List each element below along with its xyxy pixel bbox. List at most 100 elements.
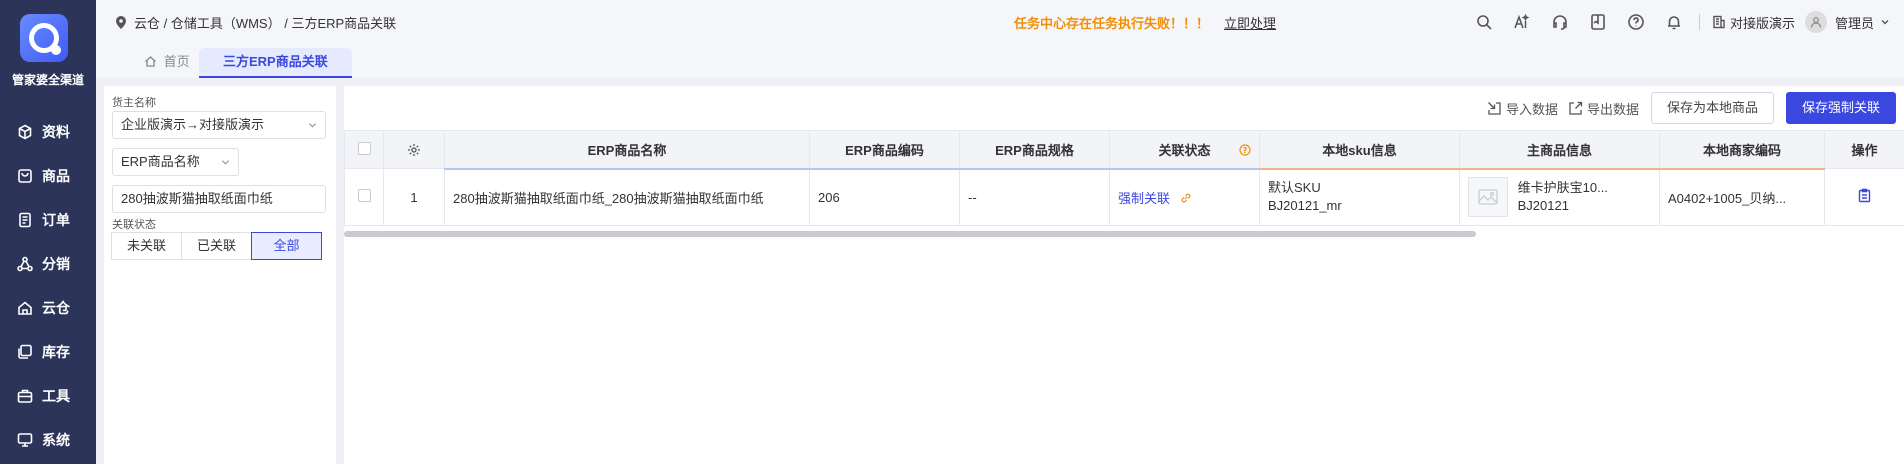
user-icon [1810,17,1822,28]
save-force-button[interactable]: 保存强制关联 [1785,92,1896,124]
import-label: 导入数据 [1505,101,1558,117]
clipboard-icon[interactable] [1858,188,1871,203]
location-pin-icon [116,16,126,29]
divider [1698,14,1700,30]
table-header: ERP商品名称 ERP商品编码 ERP商品规格 关联状态 ? 本地sku信息 主… [344,130,1904,170]
alert-handle-link[interactable]: 立即处理 [1224,13,1276,32]
help-icon[interactable] [1627,13,1645,31]
field-select-value: ERP商品名称 [121,154,200,169]
breadcrumb-text: 云仓 / 仓储工具（WMS） / 三方ERP商品关联 [134,16,397,31]
nav-item-xitong[interactable]: 系统 [0,418,96,462]
search-icon[interactable] [1475,13,1493,31]
order-icon [19,212,31,228]
nav-item-shangpin[interactable]: 商品 [0,154,96,198]
row-index: 1 [383,168,445,226]
filter-panel: 货主名称 企业版演示→对接版演示 ERP商品名称 280抽波斯猫抽取纸面巾纸 关… [104,86,336,464]
cube-icon [18,124,32,140]
col-status-label: 关联状态 [1158,142,1211,158]
row-status-cell: 强制关联 [1109,168,1260,226]
col-erp-code[interactable]: ERP商品编码 [809,130,960,170]
nav-item-ziliao[interactable]: 资料 [0,110,96,154]
nav-label: 系统 [42,432,70,448]
product-thumbnail[interactable] [1468,177,1508,218]
status-option-unlinked[interactable]: 未关联 [111,232,182,260]
alert-message: 任务中心存在任务执行失败！！！ [1014,16,1210,31]
nav-label: 资料 [42,124,70,140]
nav-item-yuncang[interactable]: 云仓 [0,286,96,330]
toolbar: 导入数据 导出数据 保存为本地商品 保存强制关联 [1477,92,1896,124]
user-name: 管理员 [1834,15,1874,31]
row-erp-name: 280抽波斯猫抽取纸面巾纸_280抽波斯猫抽取纸面巾纸 [444,168,810,226]
col-erp-name[interactable]: ERP商品名称 [444,130,810,170]
row-sku-name: 默认SKU [1268,180,1321,196]
org-name: 对接版演示 [1729,15,1795,31]
import-button[interactable]: 导入数据 [1487,99,1558,118]
sidebar: 管家婆全渠道 资料 商品 订单 分销 云仓 库存 工具 系统 [0,0,96,464]
owner-select[interactable]: 企业版演示→对接版演示 [112,111,326,139]
building-icon [1713,15,1725,29]
book-icon[interactable] [1589,13,1607,31]
nav-item-kucun[interactable]: 库存 [0,330,96,374]
tab-erp-mapping[interactable]: 三方ERP商品关联 [199,48,352,78]
row-select-cell [344,168,384,226]
select-all-checkbox[interactable] [357,141,371,155]
header-tools: 对接版演示 管理员 [1455,0,1904,44]
status-label: 关联状态 [112,219,156,231]
tab-home-label: 首页 [163,54,190,69]
brand-name: 管家婆全渠道 [11,73,84,87]
nav-label: 云仓 [42,300,70,316]
avatar[interactable] [1804,11,1827,33]
app-logo [20,14,68,62]
ai-icon[interactable] [1513,13,1531,31]
export-button[interactable]: 导出数据 [1568,99,1639,118]
column-settings-cell [383,130,445,169]
col-erp-spec[interactable]: ERP商品规格 [959,130,1110,170]
col-main[interactable]: 主商品信息 [1459,130,1660,170]
field-select[interactable]: ERP商品名称 [112,148,239,176]
row-main-cell: 维卡护肤宝10... BJ20121 [1459,168,1660,226]
table-row[interactable]: 1 280抽波斯猫抽取纸面巾纸_280抽波斯猫抽取纸面巾纸 206 -- 强制关… [344,168,1904,226]
cloud-house-icon [18,301,32,315]
toolbox-icon [17,389,33,403]
status-option-all[interactable]: 全部 [251,232,322,260]
nav-label: 工具 [42,388,70,404]
user-menu[interactable]: 管理员 [1835,13,1890,32]
bell-icon[interactable] [1665,13,1683,31]
import-icon [1487,101,1501,115]
org-switcher[interactable]: 对接版演示 [1712,13,1795,32]
export-label: 导出数据 [1586,101,1639,117]
nav-item-gongju[interactable]: 工具 [0,374,96,418]
row-status-link[interactable]: 强制关联 [1118,191,1170,206]
data-table: ERP商品名称 ERP商品编码 ERP商品规格 关联状态 ? 本地sku信息 主… [344,130,1904,226]
link-icon[interactable] [1180,192,1192,204]
col-status[interactable]: 关联状态 ? [1109,130,1260,170]
search-input[interactable]: 280抽波斯猫抽取纸面巾纸 [112,185,326,213]
row-op-cell [1824,168,1904,226]
nav-item-dingdan[interactable]: 订单 [0,198,96,242]
col-merchant-code[interactable]: 本地商家编码 [1659,130,1825,170]
chevron-down-icon [1881,20,1889,25]
save-local-button[interactable]: 保存为本地商品 [1650,92,1774,124]
row-sku-code: BJ20121_mr [1268,198,1342,214]
main-panel: 导入数据 导出数据 保存为本地商品 保存强制关联 ERP商品名称 ERP商品编码… [344,86,1904,464]
status-option-linked[interactable]: 已关联 [181,232,252,260]
gear-icon[interactable] [407,143,421,157]
status-segment: 未关联 已关联 全部 [111,232,322,260]
col-op: 操作 [1824,130,1904,169]
image-placeholder-icon [1478,189,1498,205]
col-sku[interactable]: 本地sku信息 [1259,130,1460,170]
export-icon [1569,101,1583,115]
home-icon [145,56,156,67]
nav-item-fenxiao[interactable]: 分销 [0,242,96,286]
nav-label: 库存 [42,344,70,360]
nav-label: 商品 [42,168,70,184]
row-merchant-code: A0402+1005_贝纳... [1659,168,1825,226]
row-checkbox[interactable] [357,189,371,202]
select-all-cell [344,130,384,169]
search-value: 280抽波斯猫抽取纸面巾纸 [121,191,273,206]
nav-label: 订单 [42,212,70,228]
horizontal-scrollbar[interactable] [344,231,1476,237]
help-circle-icon[interactable]: ? [1239,144,1251,156]
bag-icon [18,169,32,183]
headset-icon[interactable] [1551,13,1569,31]
